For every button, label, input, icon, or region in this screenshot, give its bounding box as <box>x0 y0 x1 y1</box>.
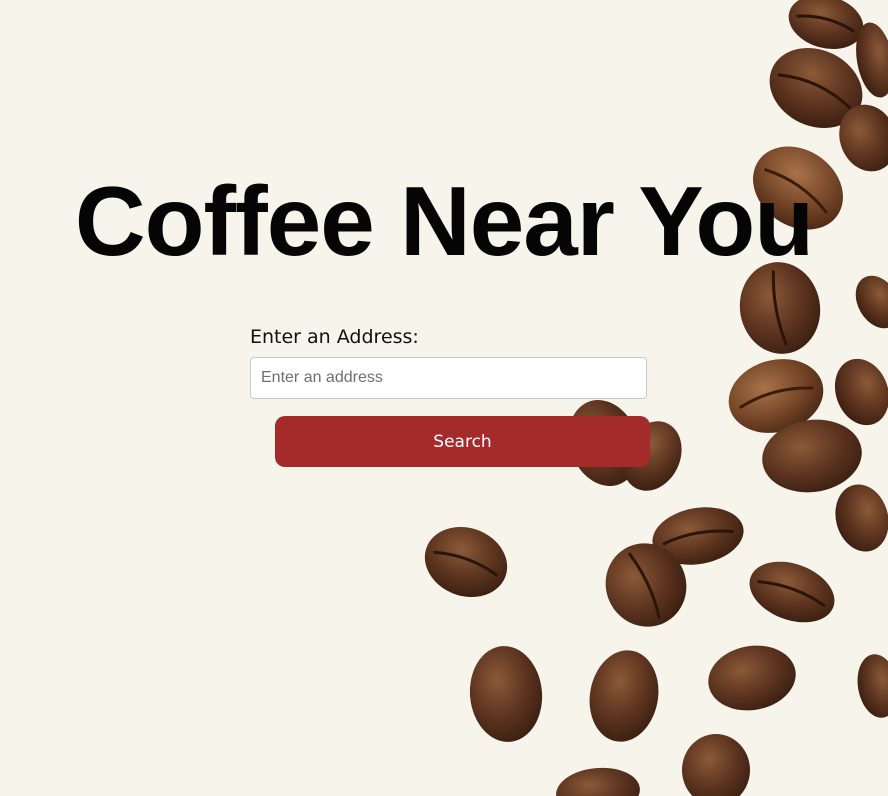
address-search-form: Enter an Address: <box>250 326 650 399</box>
page-title: Coffee Near You <box>74 166 814 276</box>
address-input[interactable] <box>250 357 647 399</box>
search-button[interactable]: Search <box>275 416 650 467</box>
address-label: Enter an Address: <box>250 326 419 348</box>
